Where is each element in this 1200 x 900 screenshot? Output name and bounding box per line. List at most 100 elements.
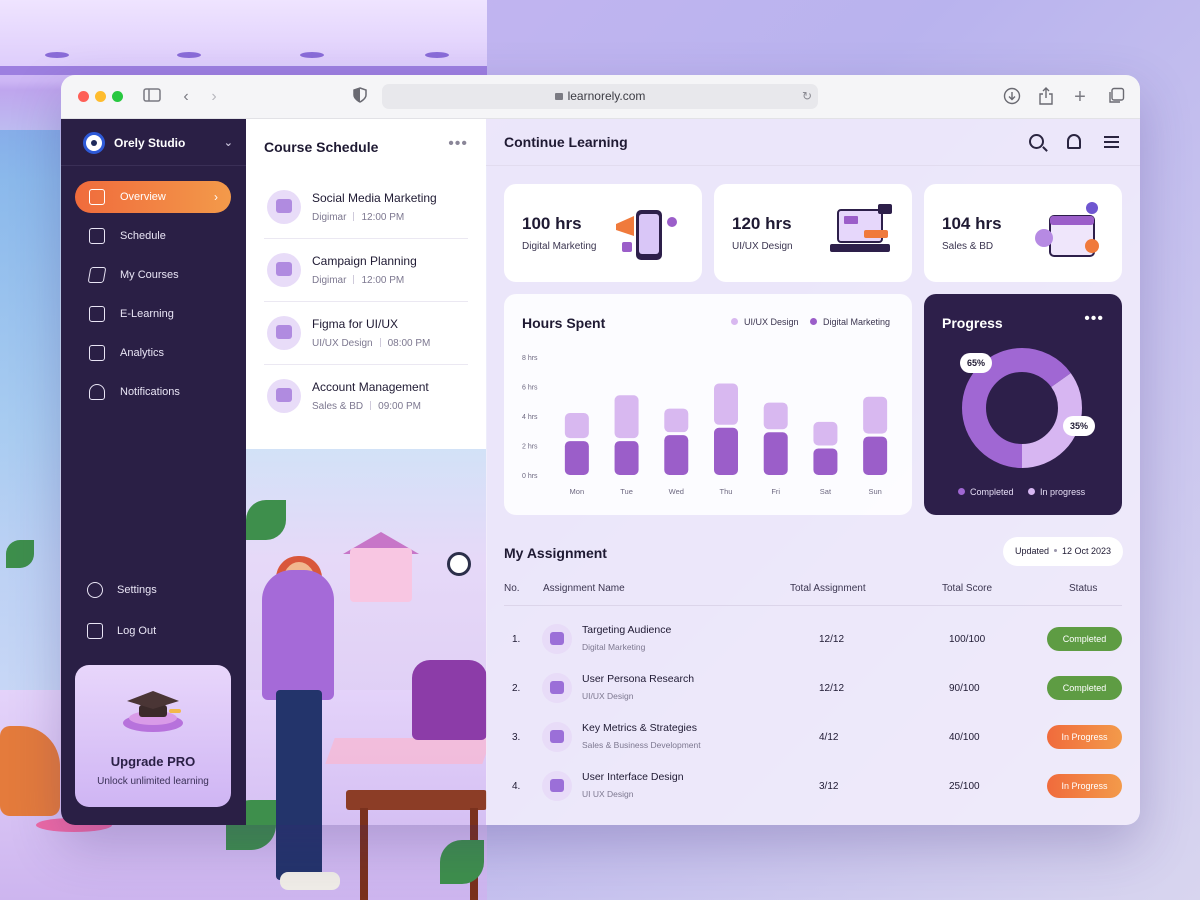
course-meta: Sales & BD 09:00 PM <box>312 401 421 412</box>
table-row[interactable]: 2. User Persona Research UI/UX Design 12… <box>504 666 1122 712</box>
page-title: Continue Learning <box>504 134 628 150</box>
table-row[interactable]: 1. Targeting Audience Digital Marketing … <box>504 617 1122 663</box>
status-badge: In Progress <box>1047 774 1122 798</box>
megaphone-icon <box>267 253 301 287</box>
minimize-window-button[interactable] <box>95 91 106 102</box>
total-score: 25/100 <box>949 781 980 792</box>
assignment-name: Targeting Audience <box>582 624 672 636</box>
lock-icon <box>554 93 563 100</box>
stat-card-digital-marketing[interactable]: 100 hrs Digital Marketing <box>504 184 702 282</box>
social-media-icon <box>267 190 301 224</box>
legend-label: Completed <box>970 487 1014 497</box>
sidebar-item-notifications[interactable]: Notifications <box>75 376 231 408</box>
logout-button[interactable]: Log Out <box>75 615 231 647</box>
menu-icon[interactable] <box>1104 133 1122 151</box>
megaphone-phone-icon <box>616 210 677 260</box>
upgrade-title: Upgrade PRO <box>110 754 196 769</box>
bar-ui-ux-design-wed <box>664 408 689 433</box>
column-header-total-assignment: Total Assignment <box>790 583 866 594</box>
y-tick-label: 6 hrs <box>522 385 538 392</box>
updated-date: 12 Oct 2023 <box>1061 546 1112 556</box>
course-time: 12:00 PM <box>361 275 405 286</box>
status-badge: In Progress <box>1047 725 1122 749</box>
metrics-icon <box>542 722 572 752</box>
shield-icon[interactable] <box>352 87 368 107</box>
workspace-switcher[interactable]: Orely Studio ⌄ <box>83 132 233 154</box>
column-header-assignment-name: Assignment Name <box>543 583 625 594</box>
legend-label: In progress <box>1040 487 1086 497</box>
course-item[interactable]: Campaign Planning Digimar 12:00 PM <box>264 248 468 302</box>
bar-digital-marketing-mon <box>564 441 589 475</box>
divider <box>379 338 381 347</box>
legend-dot <box>958 488 965 495</box>
sidebar-item-overview[interactable]: Overview › <box>75 181 231 213</box>
x-tick-label: Thu <box>720 487 733 496</box>
plant <box>440 840 484 884</box>
share-icon[interactable] <box>1038 87 1054 107</box>
course-time: 09:00 PM <box>378 401 421 412</box>
download-icon[interactable] <box>1003 87 1021 107</box>
logout-icon <box>87 623 103 639</box>
close-window-button[interactable] <box>78 91 89 102</box>
brand-name: Orely Studio <box>114 136 186 150</box>
stat-value: 120 hrs <box>732 214 792 233</box>
x-tick-label: Sat <box>820 487 832 496</box>
assignment-category: UI/UX Design <box>582 691 634 701</box>
stat-card-sales-bd[interactable]: 104 hrs Sales & BD <box>924 184 1122 282</box>
sidebar-toggle-icon[interactable] <box>143 87 161 107</box>
forward-icon[interactable]: › <box>207 87 221 107</box>
settings-label: Settings <box>117 584 157 596</box>
overview-icon <box>89 189 105 205</box>
course-category: Sales & BD <box>312 401 364 412</box>
course-category: Digimar <box>312 275 347 286</box>
sidebar-item-analytics[interactable]: Analytics <box>75 337 231 369</box>
course-item[interactable]: Social Media Marketing Digimar 12:00 PM <box>264 185 468 239</box>
table-divider <box>504 605 1122 606</box>
sidebar-item-label: My Courses <box>120 269 179 281</box>
window <box>0 130 60 690</box>
analytics-icon <box>89 345 105 361</box>
search-icon[interactable] <box>1029 134 1044 149</box>
tabs-overview-icon[interactable] <box>1107 87 1125 107</box>
course-category: UI/UX Design <box>312 338 373 349</box>
more-options-icon[interactable]: ••• <box>448 135 468 153</box>
settings-button[interactable]: Settings <box>75 574 231 606</box>
assignment-category: Digital Marketing <box>582 642 646 652</box>
assignment-category: UI UX Design <box>582 789 634 799</box>
address-bar[interactable]: learnorely.com ↻ <box>382 84 818 109</box>
bell-icon[interactable] <box>1067 134 1081 149</box>
back-icon[interactable]: ‹ <box>179 87 193 107</box>
updated-label: Updated <box>1014 546 1049 556</box>
url-text: learnorely.com <box>567 89 646 103</box>
interface-design-icon <box>542 771 572 801</box>
divider <box>370 401 372 410</box>
sidebar-item-my-courses[interactable]: My Courses <box>75 259 231 291</box>
stat-label: Sales & BD <box>942 241 994 252</box>
course-item[interactable]: Figma for UI/UX UI/UX Design 08:00 PM <box>264 311 468 365</box>
ceiling-lamp <box>425 52 449 58</box>
maximize-window-button[interactable] <box>112 91 123 102</box>
table-row[interactable]: 4. User Interface Design UI UX Design 3/… <box>504 764 1122 810</box>
persona-icon <box>542 673 572 703</box>
course-meta: Digimar 12:00 PM <box>312 275 404 286</box>
course-time: 12:00 PM <box>361 212 405 223</box>
new-tab-icon[interactable]: + <box>1072 87 1088 107</box>
stat-card-uiux-design[interactable]: 120 hrs UI/UX Design <box>714 184 912 282</box>
upgrade-pro-card[interactable]: Upgrade PRO Unlock unlimited learning <box>75 665 231 807</box>
hours-spent-chart: 0 hrs 2 hrs 4 hrs 6 hrs 8 hrs Mon Tue Wed Thu Fri… <box>522 355 888 496</box>
reload-icon[interactable]: ↻ <box>802 84 812 109</box>
browser-titlebar: ‹ › learnorely.com ↻ + <box>61 75 1140 119</box>
sidebar-item-label: Schedule <box>120 230 166 242</box>
y-tick-label: 2 hrs <box>522 444 538 451</box>
y-tick-label: 4 hrs <box>522 414 538 421</box>
sidebar-item-e-learning[interactable]: E-Learning <box>75 298 231 330</box>
sidebar-item-schedule[interactable]: Schedule <box>75 220 231 252</box>
total-assignment: 12/12 <box>819 683 845 694</box>
sidebar-item-label: Overview <box>120 191 166 203</box>
course-item[interactable]: Account Management Sales & BD 09:00 PM <box>264 374 468 428</box>
graduation-cap-illustration-icon <box>123 691 183 732</box>
legend-dot <box>1028 488 1036 495</box>
assignment-name: User Interface Design <box>582 771 684 783</box>
hours-spent-card: Hours Spent UI/UX Design Digital Marketi… <box>504 294 912 515</box>
table-row[interactable]: 3. Key Metrics & Strategies Sales & Busi… <box>504 715 1122 761</box>
